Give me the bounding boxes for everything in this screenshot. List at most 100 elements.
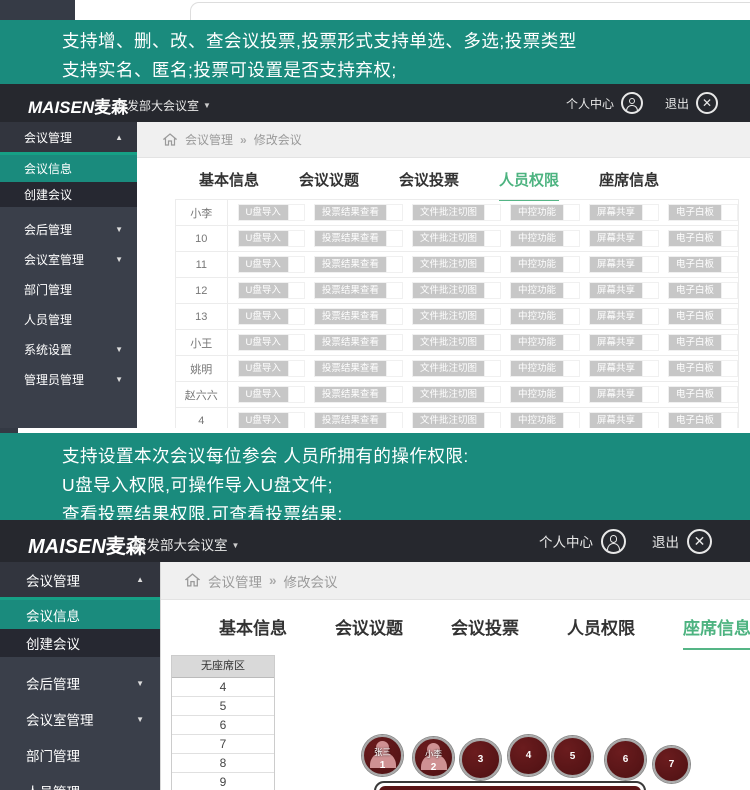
tab-seating-info[interactable]: 座席信息 [599, 169, 659, 201]
tab-basic-info[interactable]: 基本信息 [199, 169, 259, 201]
seat-6[interactable]: 6 [605, 739, 646, 780]
permission-button-screen-share[interactable]: 屏幕共享 [590, 413, 642, 428]
no-seat-row[interactable]: 8 [172, 754, 274, 773]
permission-checkbox-screen-share[interactable] [642, 205, 658, 220]
permission-checkbox-central-control[interactable] [563, 231, 579, 246]
permission-checkbox-usb-import[interactable] [288, 361, 304, 376]
permission-checkbox-vote-result-view[interactable] [386, 335, 402, 350]
sidebar-item-personnel-mgmt[interactable]: 人员管理 [0, 304, 137, 334]
permission-checkbox-e-whiteboard[interactable] [721, 387, 737, 402]
tab-meeting-topics[interactable]: 会议议题 [335, 614, 403, 650]
sidebar-item-post-meeting-mgmt[interactable]: 会后管理▼ [0, 214, 137, 244]
permission-checkbox-usb-import[interactable] [288, 205, 304, 220]
seat-4[interactable]: 4 [508, 735, 549, 776]
permission-checkbox-usb-import[interactable] [288, 335, 304, 350]
home-icon[interactable] [185, 573, 200, 590]
permission-button-vote-result-view[interactable]: 投票结果查看 [315, 413, 386, 428]
permission-button-usb-import[interactable]: U盘导入 [239, 335, 288, 350]
permission-button-file-annotation-capture[interactable]: 文件批注切图 [413, 361, 484, 376]
profile-link[interactable]: 个人中心 [539, 531, 593, 551]
permission-checkbox-central-control[interactable] [563, 309, 579, 324]
permission-button-screen-share[interactable]: 屏幕共享 [590, 309, 642, 324]
permission-checkbox-usb-import[interactable] [288, 231, 304, 246]
permission-checkbox-central-control[interactable] [563, 257, 579, 272]
no-seat-row[interactable]: 9 [172, 773, 274, 790]
permission-button-file-annotation-capture[interactable]: 文件批注切图 [413, 309, 484, 324]
permission-button-central-control[interactable]: 中控功能 [511, 309, 563, 324]
no-seat-row[interactable]: 7 [172, 735, 274, 754]
sidebar-item-meeting-mgmt[interactable]: 会议管理▲ [0, 562, 160, 600]
permission-checkbox-file-annotation-capture[interactable] [484, 387, 500, 402]
permission-checkbox-e-whiteboard[interactable] [721, 361, 737, 376]
logout-link[interactable]: 退出 [665, 95, 689, 112]
no-seat-row[interactable]: 5 [172, 697, 274, 716]
permission-button-e-whiteboard[interactable]: 电子白板 [669, 413, 721, 428]
permission-checkbox-central-control[interactable] [563, 387, 579, 402]
permission-button-vote-result-view[interactable]: 投票结果查看 [315, 309, 386, 324]
permission-checkbox-screen-share[interactable] [642, 283, 658, 298]
permission-button-usb-import[interactable]: U盘导入 [239, 231, 288, 246]
permission-checkbox-vote-result-view[interactable] [386, 231, 402, 246]
permission-checkbox-e-whiteboard[interactable] [721, 205, 737, 220]
permission-checkbox-central-control[interactable] [563, 361, 579, 376]
permission-button-vote-result-view[interactable]: 投票结果查看 [315, 335, 386, 350]
seat-5[interactable]: 5 [552, 736, 593, 777]
tab-meeting-topics[interactable]: 会议议题 [299, 169, 359, 201]
no-seat-row[interactable]: 4 [172, 678, 274, 697]
permission-button-file-annotation-capture[interactable]: 文件批注切图 [413, 205, 484, 220]
tab-meeting-voting[interactable]: 会议投票 [451, 614, 519, 650]
sidebar-item-create-meeting[interactable]: 创建会议 [0, 182, 137, 207]
permission-button-usb-import[interactable]: U盘导入 [239, 361, 288, 376]
permission-button-file-annotation-capture[interactable]: 文件批注切图 [413, 257, 484, 272]
no-seat-row[interactable]: 6 [172, 716, 274, 735]
permission-button-central-control[interactable]: 中控功能 [511, 387, 563, 402]
permission-button-e-whiteboard[interactable]: 电子白板 [669, 309, 721, 324]
sidebar-item-meeting-info[interactable]: 会议信息 [0, 155, 137, 182]
permission-button-file-annotation-capture[interactable]: 文件批注切图 [413, 335, 484, 350]
permission-checkbox-vote-result-view[interactable] [386, 309, 402, 324]
permission-button-screen-share[interactable]: 屏幕共享 [590, 231, 642, 246]
logout-x-icon[interactable]: ✕ [687, 529, 712, 554]
permission-checkbox-screen-share[interactable] [642, 231, 658, 246]
permission-button-vote-result-view[interactable]: 投票结果查看 [315, 361, 386, 376]
permission-checkbox-screen-share[interactable] [642, 257, 658, 272]
permission-checkbox-usb-import[interactable] [288, 257, 304, 272]
permission-checkbox-vote-result-view[interactable] [386, 387, 402, 402]
permission-checkbox-e-whiteboard[interactable] [721, 257, 737, 272]
permission-checkbox-file-annotation-capture[interactable] [484, 309, 500, 324]
permission-checkbox-central-control[interactable] [563, 335, 579, 350]
permission-checkbox-usb-import[interactable] [288, 413, 304, 428]
permission-checkbox-central-control[interactable] [563, 283, 579, 298]
permission-button-central-control[interactable]: 中控功能 [511, 335, 563, 350]
permission-checkbox-usb-import[interactable] [288, 283, 304, 298]
permission-button-screen-share[interactable]: 屏幕共享 [590, 283, 642, 298]
permission-checkbox-e-whiteboard[interactable] [721, 413, 737, 428]
sidebar-item-meeting-info[interactable]: 会议信息 [0, 600, 160, 629]
seat-7[interactable]: 7 [653, 746, 690, 783]
permission-checkbox-usb-import[interactable] [288, 309, 304, 324]
permission-checkbox-usb-import[interactable] [288, 387, 304, 402]
permission-button-usb-import[interactable]: U盘导入 [239, 309, 288, 324]
permission-button-file-annotation-capture[interactable]: 文件批注切图 [413, 231, 484, 246]
permission-button-vote-result-view[interactable]: 投票结果查看 [315, 387, 386, 402]
permission-button-central-control[interactable]: 中控功能 [511, 361, 563, 376]
permission-button-central-control[interactable]: 中控功能 [511, 283, 563, 298]
permission-button-usb-import[interactable]: U盘导入 [239, 283, 288, 298]
permission-button-usb-import[interactable]: U盘导入 [239, 387, 288, 402]
tab-personnel-permissions[interactable]: 人员权限 [499, 169, 559, 201]
user-icon[interactable] [621, 92, 643, 114]
permission-checkbox-e-whiteboard[interactable] [721, 335, 737, 350]
permission-button-screen-share[interactable]: 屏幕共享 [590, 335, 642, 350]
sidebar-item-meeting-mgmt[interactable]: 会议管理▲ [0, 122, 137, 155]
user-icon[interactable] [601, 529, 626, 554]
sidebar-item-department-mgmt[interactable]: 部门管理 [0, 274, 137, 304]
permission-checkbox-e-whiteboard[interactable] [721, 231, 737, 246]
permission-button-e-whiteboard[interactable]: 电子白板 [669, 231, 721, 246]
permission-button-screen-share[interactable]: 屏幕共享 [590, 387, 642, 402]
breadcrumb-section[interactable]: 会议管理 [208, 571, 262, 591]
permission-button-screen-share[interactable]: 屏幕共享 [590, 361, 642, 376]
sidebar-item-create-meeting[interactable]: 创建会议 [0, 629, 160, 657]
permission-checkbox-vote-result-view[interactable] [386, 283, 402, 298]
permission-button-vote-result-view[interactable]: 投票结果查看 [315, 205, 386, 220]
permission-checkbox-file-annotation-capture[interactable] [484, 283, 500, 298]
